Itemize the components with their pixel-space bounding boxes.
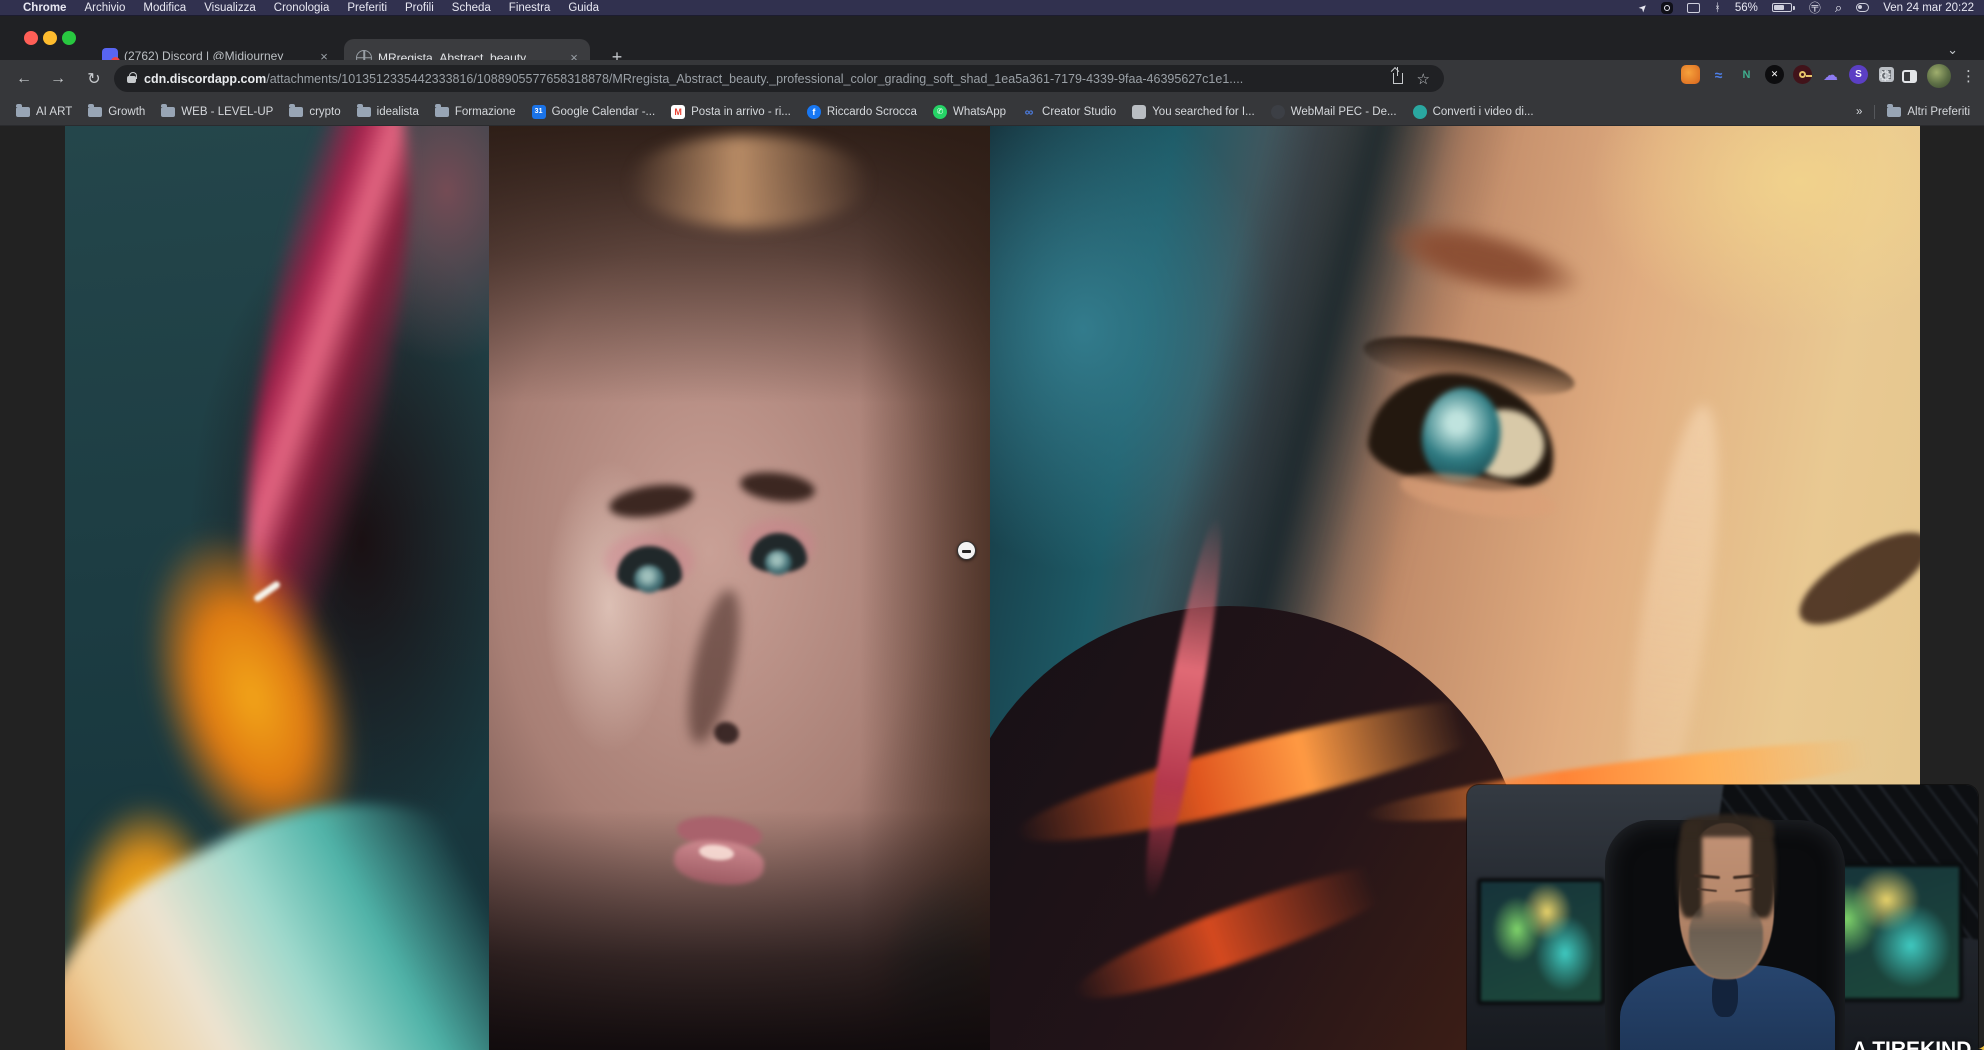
menu-item-finestra[interactable]: Finestra [500,2,560,14]
far-eyebrow [1786,516,1920,642]
artwork-panel-abstract [65,126,489,1050]
bookmark-whatsapp[interactable]: ✆WhatsApp [933,105,1006,119]
extensions-puzzle-icon[interactable]: ⚙ [1879,67,1892,85]
nostril [712,719,742,747]
extension-icon-key[interactable] [1793,65,1812,84]
extension-icon-green-n[interactable]: N [1737,65,1756,84]
extension-icon-orange[interactable] [1681,65,1700,84]
menu-item-guida[interactable]: Guida [559,2,608,14]
traffic-light-minimize[interactable] [43,31,57,45]
traffic-light-zoom[interactable] [62,31,76,45]
battery-percent: 56% [1735,1,1758,15]
tab-strip: (2762) Discord | @Midjourney × MRregista… [0,16,1984,60]
browser-toolbar: ← → ↻ cdn.discordapp.com /attachments/10… [0,60,1984,98]
url-path: /attachments/1013512335442333816/1088905… [266,72,1378,86]
bookmark-folder[interactable]: WEB - LEVEL-UP [161,106,273,118]
extension-icon-purple-s[interactable]: S [1849,65,1868,84]
spotlight-search-icon[interactable]: ⌕ [1835,1,1842,15]
watermark-partial: A TIREKIND ✦ [1852,1037,1984,1050]
profile-avatar[interactable] [1927,64,1951,88]
other-bookmarks-folder[interactable]: Altri Preferiti [1887,106,1970,118]
forward-button[interactable]: → [46,67,70,91]
gmail-icon: M [671,105,685,119]
bookmark-creator-studio[interactable]: ∞Creator Studio [1022,105,1116,119]
folder-icon [88,107,102,117]
monitor-left [1477,878,1605,1006]
bookmark-facebook[interactable]: fRiccardo Scrocca [807,105,917,119]
menu-item-profili[interactable]: Profili [396,2,443,14]
folder-icon [357,107,371,117]
tab-search-chevron-icon[interactable]: ⌄ [1947,42,1958,58]
hair [1682,814,1774,837]
meta-icon: ∞ [1022,105,1036,119]
menubar-clock[interactable]: Ven 24 mar 20:22 [1883,1,1974,15]
hair-highlight [629,135,869,227]
bookmark-folder[interactable]: Growth [88,106,145,118]
reload-button[interactable]: ↻ [82,67,106,91]
lock-icon[interactable] [127,76,136,83]
wifi-icon[interactable]: 〶 [1809,1,1821,15]
folder-icon [435,107,449,117]
chrome-buttons: ⚙ ⋮ [1879,64,1976,88]
url-domain: cdn.discordapp.com [144,72,266,86]
bookmark-webmail-pec[interactable]: WebMail PEC - De... [1271,105,1397,119]
address-bar[interactable]: cdn.discordapp.com /attachments/10135123… [114,65,1444,92]
bookmark-folder[interactable]: idealista [357,106,419,118]
left-iris [634,565,664,592]
webcam-overlay [1467,785,1978,1050]
traffic-light-close[interactable] [24,31,38,45]
display-icon[interactable] [1687,1,1700,15]
bookmark-star-icon[interactable]: ☆ [1417,70,1430,88]
share-icon[interactable] [1393,73,1403,84]
bookmarks-bar: AI ART Growth WEB - LEVEL-UP crypto idea… [0,98,1984,126]
whatsapp-icon: ✆ [933,105,947,119]
macos-menu-bar: Chrome Archivio Modifica Visualizza Cron… [0,0,1984,16]
location-arrow-icon[interactable]: ➤ [1635,0,1651,15]
folder-icon [289,107,303,117]
bookmark-search-result[interactable]: You searched for I... [1132,105,1255,119]
divider [1874,105,1875,119]
face-light [519,403,699,810]
artwork-panel-portrait [489,126,990,1050]
menu-item-preferiti[interactable]: Preferiti [338,2,396,14]
folder-icon [16,107,30,117]
folder-icon [1887,107,1901,117]
bluetooth-icon[interactable]: ᚼ [1714,1,1721,15]
converter-icon [1413,105,1427,119]
bookmark-folder[interactable]: AI ART [16,106,72,118]
menu-app-name[interactable]: Chrome [14,2,75,14]
extension-icon-black-circle[interactable]: ✕ [1765,65,1784,84]
document-icon [1132,105,1146,119]
bookmarks-overflow-icon[interactable]: » [1856,106,1862,118]
webmail-icon [1271,105,1285,119]
star-icon: ✦ [1977,1038,1984,1050]
extension-icon-purple-cloud[interactable]: ☁ [1821,65,1840,84]
menu-item-visualizza[interactable]: Visualizza [195,2,265,14]
screen: Chrome Archivio Modifica Visualizza Cron… [0,0,1984,1050]
facebook-icon: f [807,105,821,119]
menu-item-archivio[interactable]: Archivio [75,2,134,14]
menubar-app-icon[interactable] [1661,1,1673,15]
extensions-row: ≈ N ✕ ☁ S [1681,65,1896,84]
folder-icon [161,107,175,117]
side-panel-icon[interactable] [1902,70,1917,83]
back-button[interactable]: ← [12,67,36,91]
battery-icon[interactable] [1772,3,1795,12]
zoom-out-cursor [957,541,976,560]
right-iris [765,550,792,575]
menu-item-modifica[interactable]: Modifica [134,2,195,14]
bookmark-google-calendar[interactable]: 31Google Calendar -... [532,105,656,119]
bookmark-folder[interactable]: Formazione [435,106,516,118]
browser-menu-icon[interactable]: ⋮ [1961,67,1976,85]
bookmark-folder[interactable]: crypto [289,106,340,118]
extension-icon-blue-waves[interactable]: ≈ [1709,65,1728,84]
control-center-icon[interactable] [1856,1,1869,15]
google-calendar-icon: 31 [532,105,546,119]
menu-item-scheda[interactable]: Scheda [443,2,500,14]
menu-item-cronologia[interactable]: Cronologia [265,2,339,14]
right-eyebrow [738,468,816,505]
bookmark-gmail[interactable]: MPosta in arrivo - ri... [671,105,791,119]
bookmark-video-converter[interactable]: Converti i video di... [1413,105,1534,119]
